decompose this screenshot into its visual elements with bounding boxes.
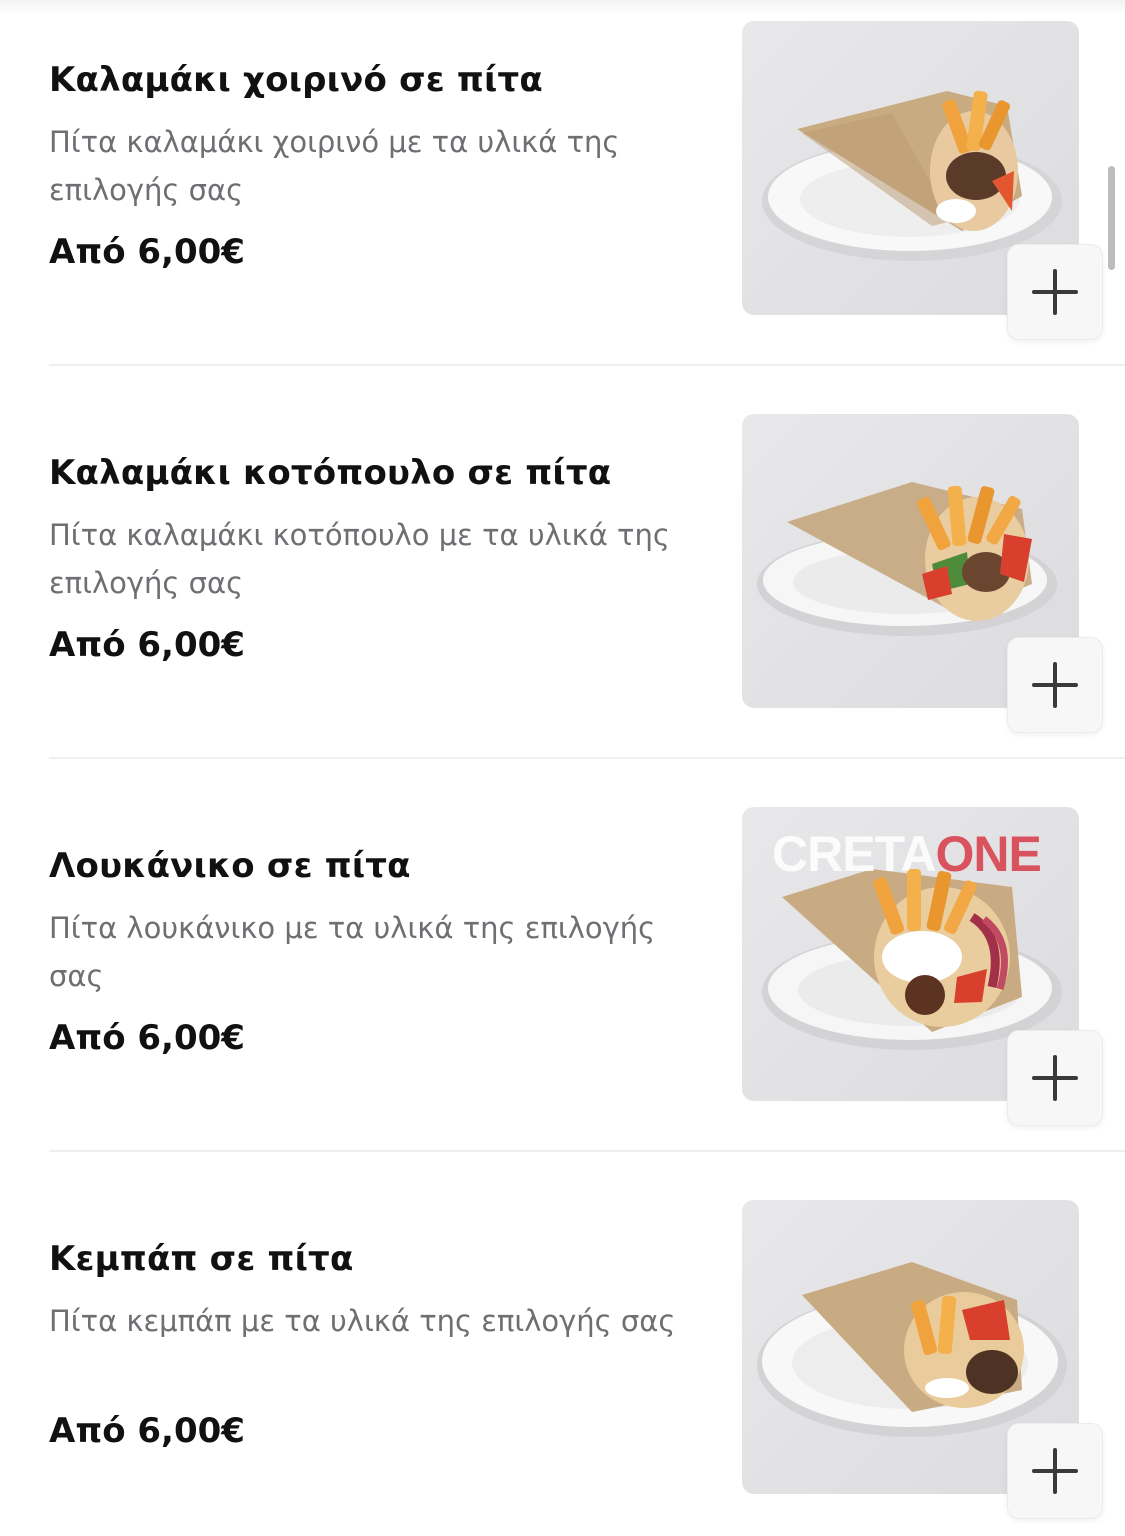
divider bbox=[49, 364, 1125, 366]
divider bbox=[49, 757, 1125, 759]
plus-icon bbox=[1032, 1055, 1078, 1101]
plus-icon bbox=[1032, 1448, 1078, 1494]
item-title: Καλαμάκι κοτόπουλο σε πίτα bbox=[49, 453, 612, 493]
add-button[interactable] bbox=[1007, 637, 1103, 733]
item-price: Από 6,00€ bbox=[49, 1018, 245, 1058]
item-title: Κεμπάπ σε πίτα bbox=[49, 1239, 354, 1279]
plus-icon bbox=[1032, 662, 1078, 708]
add-button[interactable] bbox=[1007, 1030, 1103, 1126]
watermark-logo: CRETAONE bbox=[772, 826, 1042, 882]
top-fade bbox=[0, 0, 1125, 14]
item-title: Λουκάνικο σε πίτα bbox=[49, 846, 411, 886]
add-button[interactable] bbox=[1007, 244, 1103, 340]
add-button[interactable] bbox=[1007, 1423, 1103, 1519]
scrollbar[interactable] bbox=[1108, 166, 1115, 270]
item-title: Καλαμάκι χοιρινό σε πίτα bbox=[49, 60, 543, 100]
item-description: Πίτα λουκάνικο με τα υλικά της επιλογής … bbox=[49, 911, 656, 993]
item-price: Από 6,00€ bbox=[49, 232, 245, 272]
item-price: Από 6,00€ bbox=[49, 625, 245, 665]
menu-screen: Καλαμάκι χοιρινό σε πίτα Πίτα καλαμάκι χ… bbox=[0, 0, 1125, 1536]
item-description: Πίτα καλαμάκι κοτόπουλο με τα υλικά της … bbox=[49, 518, 670, 600]
item-description: Πίτα καλαμάκι χοιρινό με τα υλικά της επ… bbox=[49, 125, 620, 207]
item-price: Από 6,00€ bbox=[49, 1411, 245, 1451]
divider bbox=[49, 1150, 1125, 1152]
plus-icon bbox=[1032, 269, 1078, 315]
item-description: Πίτα κεμπάπ με τα υλικά της επιλογής σας bbox=[49, 1304, 676, 1338]
